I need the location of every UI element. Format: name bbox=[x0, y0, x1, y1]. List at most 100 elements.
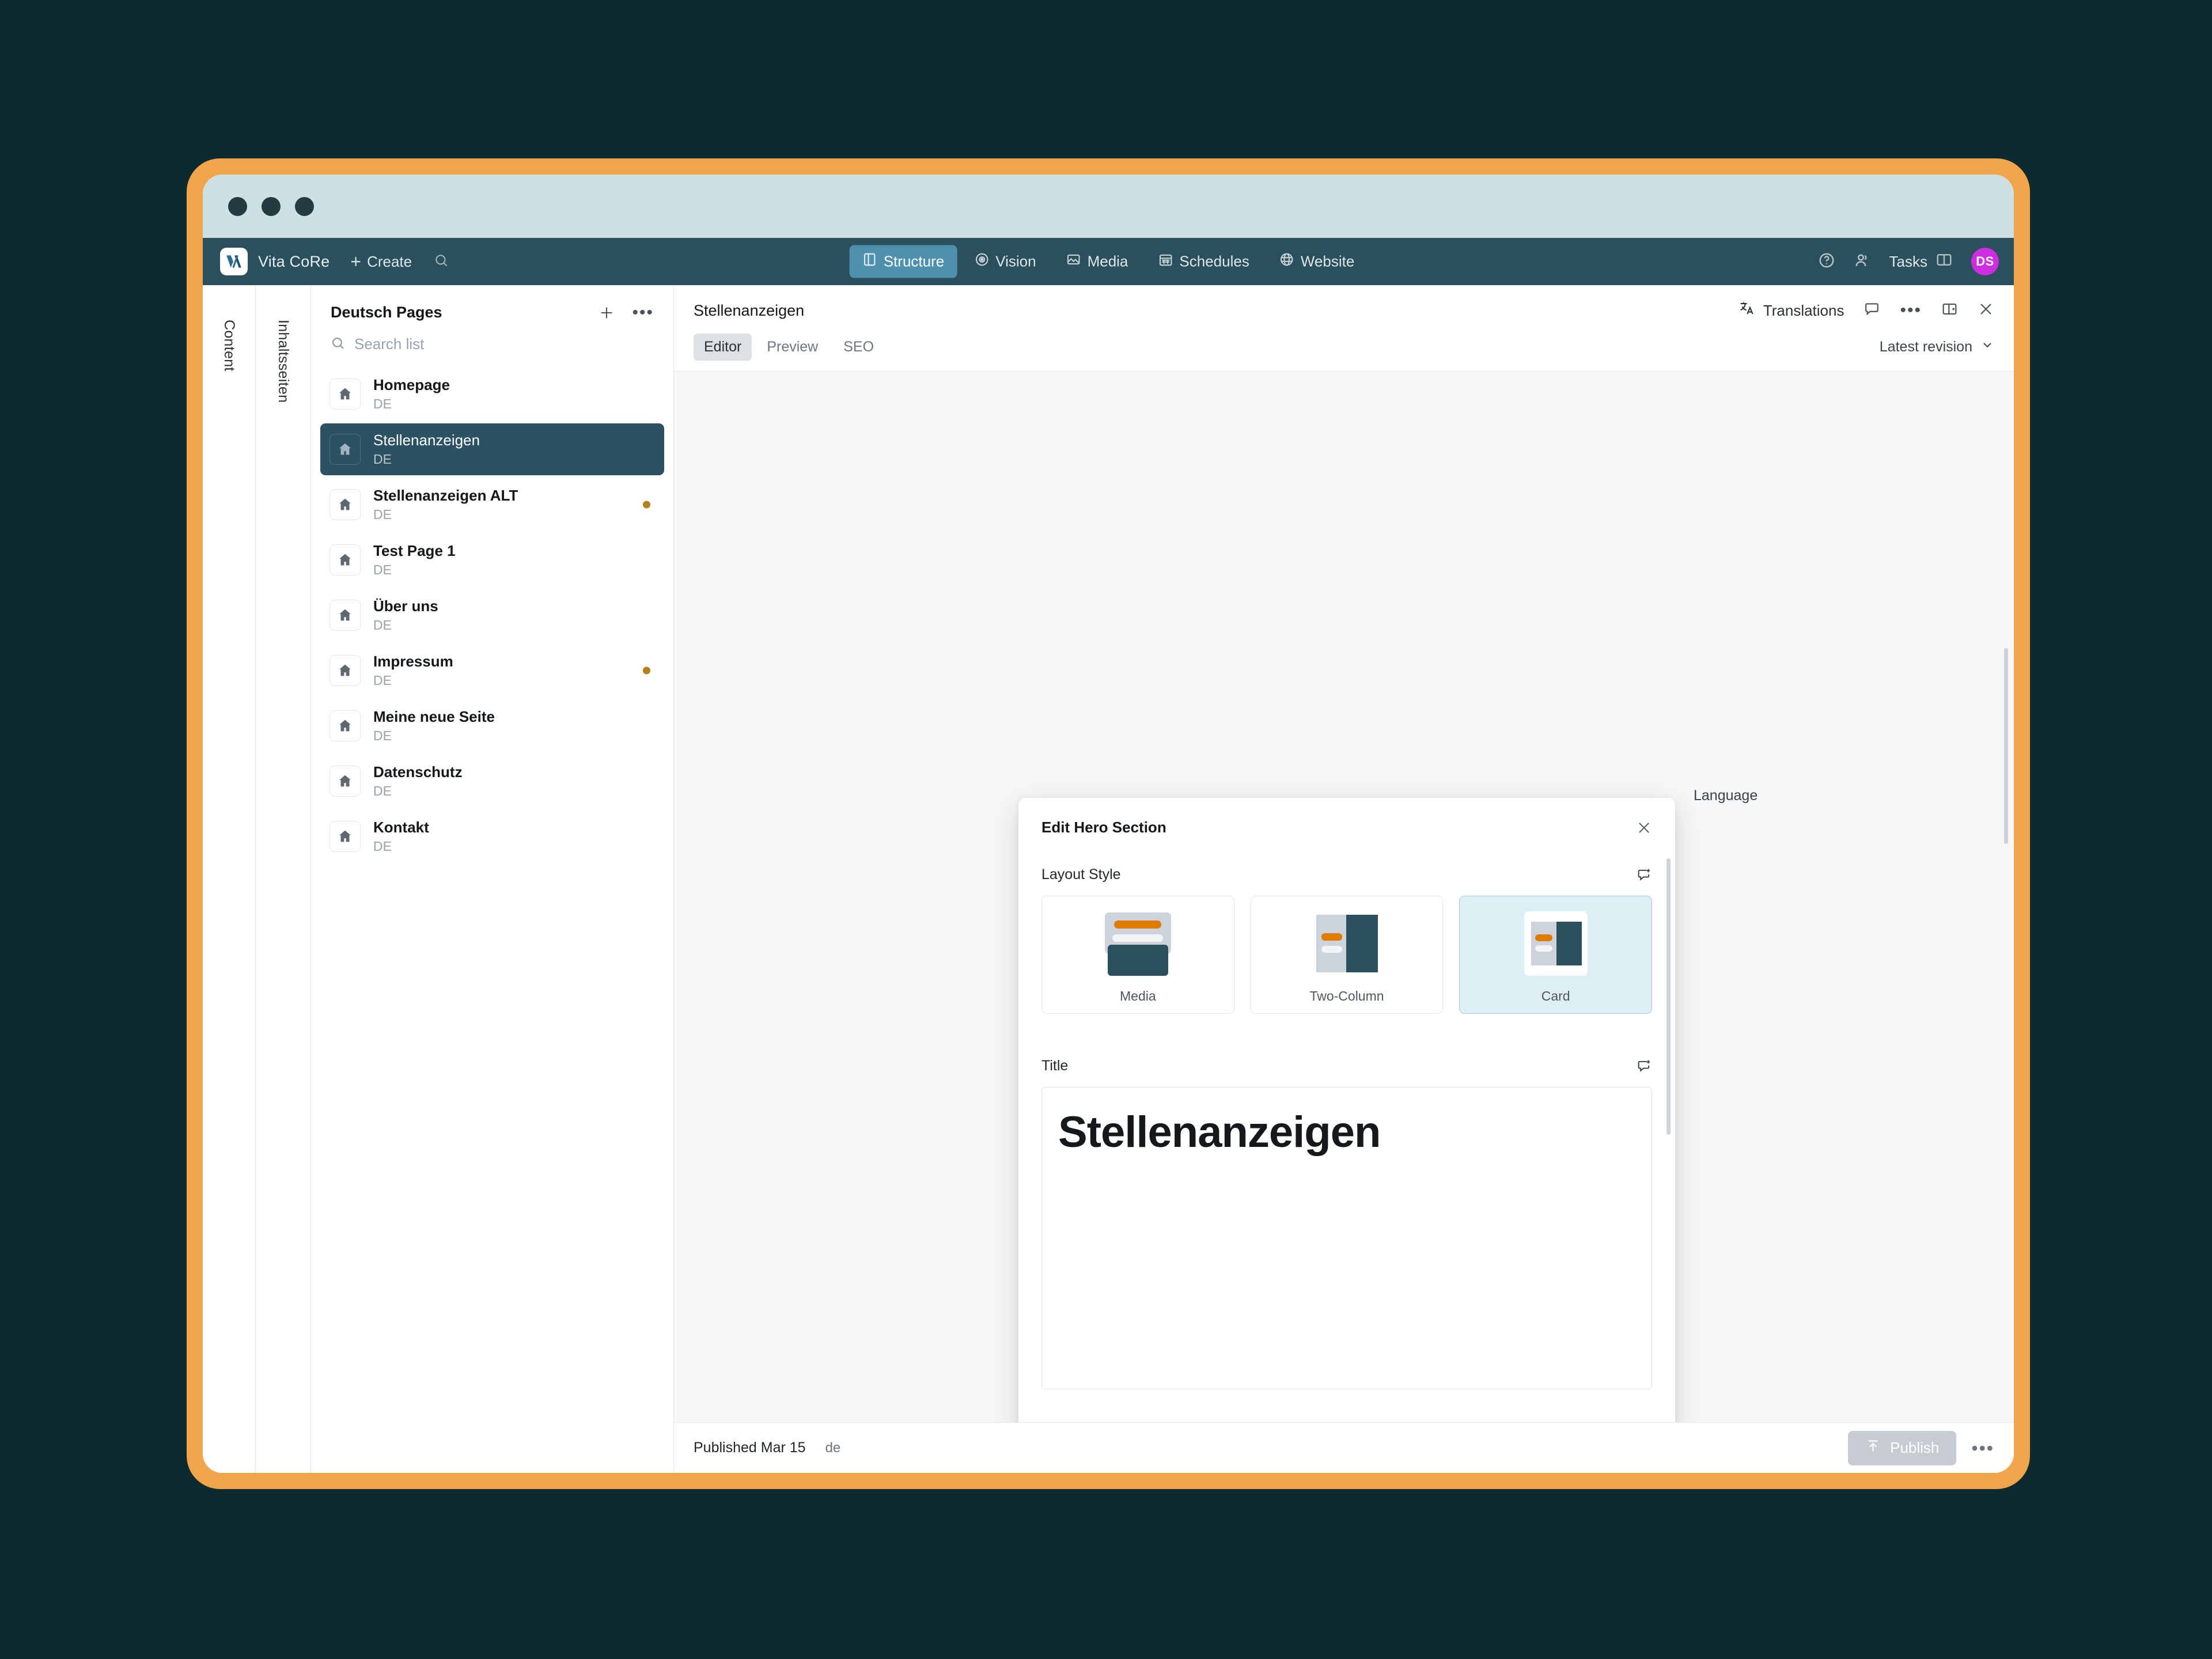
nav-tab-schedules[interactable]: Schedules bbox=[1145, 245, 1262, 278]
home-icon bbox=[329, 489, 361, 520]
tab-seo[interactable]: SEO bbox=[833, 334, 884, 361]
split-pane-icon[interactable] bbox=[1941, 301, 1958, 320]
window-maximize-button[interactable] bbox=[295, 196, 314, 216]
nav-tab-schedules-label: Schedules bbox=[1179, 252, 1249, 270]
window-minimize-button[interactable] bbox=[262, 196, 281, 216]
list-item-title: Homepage bbox=[373, 376, 450, 393]
global-search-button[interactable] bbox=[434, 253, 449, 271]
vita-core-logo-icon bbox=[220, 248, 248, 275]
close-icon[interactable] bbox=[1978, 301, 1994, 320]
create-button[interactable]: + Create bbox=[350, 252, 412, 271]
list-item-impressum[interactable]: Impressum DE bbox=[320, 645, 664, 696]
layout-option-media[interactable]: Media bbox=[1041, 896, 1234, 1014]
document-canvas: Language Edit Hero Section Layout Style … bbox=[674, 372, 2014, 1422]
two-column-layout-thumbnail-icon bbox=[1304, 909, 1390, 978]
more-horizontal-icon[interactable]: ••• bbox=[1971, 1439, 1994, 1457]
revision-selector[interactable]: Latest revision bbox=[1880, 338, 1994, 356]
list-item-lang: DE bbox=[373, 396, 392, 411]
nav-tab-vision-label: Vision bbox=[995, 252, 1036, 270]
dialog-header: Edit Hero Section bbox=[1018, 798, 1675, 836]
app-topnav: Vita CoRe + Create Structure Vision Medi… bbox=[203, 238, 2014, 285]
home-icon bbox=[329, 378, 361, 410]
help-circle-icon[interactable] bbox=[1818, 252, 1835, 272]
window-titlebar bbox=[203, 175, 2014, 238]
page-list-pane: Deutsch Pages ••• Search list Homepage D… bbox=[311, 285, 674, 1473]
dialog-title: Edit Hero Section bbox=[1041, 819, 1166, 836]
chevron-down-icon bbox=[1980, 338, 1994, 356]
nav-tab-structure-label: Structure bbox=[883, 252, 945, 270]
canvas-scrollbar[interactable] bbox=[2004, 648, 2008, 844]
rail-pages-label: Inhaltsseiten bbox=[275, 320, 291, 403]
list-item-kontakt[interactable]: Kontakt DE bbox=[320, 810, 664, 862]
dialog-close-button[interactable] bbox=[1636, 820, 1652, 836]
list-item-lang: DE bbox=[373, 507, 392, 522]
document-pane: Stellenanzeigen Translations ••• Editor … bbox=[674, 285, 2014, 1473]
layout-style-options: Media Two-Column Card bbox=[1041, 896, 1653, 1014]
list-item-homepage[interactable]: Homepage DE bbox=[320, 368, 664, 420]
list-item-lang: DE bbox=[373, 452, 392, 467]
comment-icon[interactable] bbox=[1863, 301, 1880, 320]
list-item-ueber-uns[interactable]: Über uns DE bbox=[320, 589, 664, 641]
home-icon bbox=[329, 544, 361, 575]
brand[interactable]: Vita CoRe bbox=[220, 248, 329, 275]
more-horizontal-icon[interactable]: ••• bbox=[1900, 302, 1922, 319]
rail-content[interactable]: Content bbox=[203, 285, 256, 1473]
brand-name: Vita CoRe bbox=[258, 252, 330, 270]
list-item-title: Test Page 1 bbox=[373, 542, 456, 559]
nav-tab-media-label: Media bbox=[1087, 252, 1128, 270]
translations-label: Translations bbox=[1763, 301, 1844, 319]
home-icon bbox=[329, 600, 361, 631]
primary-nav-tabs: Structure Vision Media Schedules Website bbox=[849, 245, 1368, 278]
list-item-title: Meine neue Seite bbox=[373, 708, 495, 725]
list-item-meine-neue-seite[interactable]: Meine neue Seite DE bbox=[320, 700, 664, 752]
page-list-search[interactable] bbox=[311, 321, 673, 363]
title-value: Stellenanzeigen bbox=[1058, 1108, 1381, 1157]
layout-option-card[interactable]: Card bbox=[1459, 896, 1653, 1014]
list-item-test-page-1[interactable]: Test Page 1 DE bbox=[320, 534, 664, 586]
list-item-lang: DE bbox=[373, 562, 392, 577]
nav-tab-media[interactable]: Media bbox=[1054, 245, 1141, 278]
comment-add-icon[interactable] bbox=[1636, 867, 1652, 883]
list-item-lang: DE bbox=[373, 673, 392, 688]
list-item-stellenanzeigen[interactable]: Stellenanzeigen DE bbox=[320, 423, 664, 475]
publish-button[interactable]: Publish bbox=[1848, 1430, 1957, 1465]
app-window: Vita CoRe + Create Structure Vision Medi… bbox=[203, 175, 2014, 1473]
calendar-icon bbox=[1158, 252, 1173, 271]
tasks-button[interactable]: Tasks bbox=[1889, 251, 1953, 272]
translate-icon bbox=[1738, 300, 1755, 321]
layout-option-label: Two-Column bbox=[1309, 988, 1384, 1003]
publish-label: Publish bbox=[1890, 1439, 1940, 1456]
plus-icon[interactable] bbox=[599, 305, 615, 321]
nav-tab-website-label: Website bbox=[1300, 252, 1355, 270]
publish-up-icon bbox=[1865, 1438, 1881, 1458]
tab-preview[interactable]: Preview bbox=[756, 334, 828, 361]
home-icon bbox=[329, 821, 361, 852]
search-input[interactable] bbox=[354, 335, 654, 353]
dialog-scrollbar[interactable] bbox=[1666, 858, 1671, 1135]
window-close-button[interactable] bbox=[228, 196, 247, 216]
list-item-stellenanzeigen-alt[interactable]: Stellenanzeigen ALT DE bbox=[320, 479, 664, 531]
people-icon[interactable] bbox=[1854, 252, 1871, 272]
page-root: Vita CoRe + Create Structure Vision Medi… bbox=[0, 0, 2212, 1659]
list-item-lang: DE bbox=[373, 618, 392, 632]
comment-add-icon[interactable] bbox=[1636, 1422, 1652, 1423]
list-item-title: Über uns bbox=[373, 597, 438, 615]
comment-add-icon[interactable] bbox=[1636, 1058, 1652, 1074]
nav-tab-vision[interactable]: Vision bbox=[961, 245, 1048, 278]
nav-tab-website[interactable]: Website bbox=[1267, 245, 1367, 278]
page-title: Stellenanzeigen bbox=[694, 301, 805, 319]
layout-style-field-header: Layout Style bbox=[1041, 866, 1652, 883]
title-input[interactable]: Stellenanzeigen bbox=[1041, 1087, 1652, 1389]
search-icon bbox=[331, 336, 345, 353]
list-item-datenschutz[interactable]: Datenschutz DE bbox=[320, 755, 664, 807]
tab-editor[interactable]: Editor bbox=[694, 334, 752, 361]
layout-style-label: Layout Style bbox=[1041, 866, 1121, 882]
layout-option-two-column[interactable]: Two-Column bbox=[1250, 896, 1444, 1014]
avatar[interactable]: DS bbox=[1971, 248, 1999, 275]
translations-button[interactable]: Translations bbox=[1738, 300, 1844, 321]
list-item-title: Stellenanzeigen ALT bbox=[373, 487, 518, 504]
rail-pages[interactable]: Inhaltsseiten bbox=[256, 285, 311, 1473]
unpublished-changes-dot bbox=[643, 501, 650, 509]
more-horizontal-icon[interactable]: ••• bbox=[632, 304, 654, 321]
nav-tab-structure[interactable]: Structure bbox=[849, 245, 957, 278]
